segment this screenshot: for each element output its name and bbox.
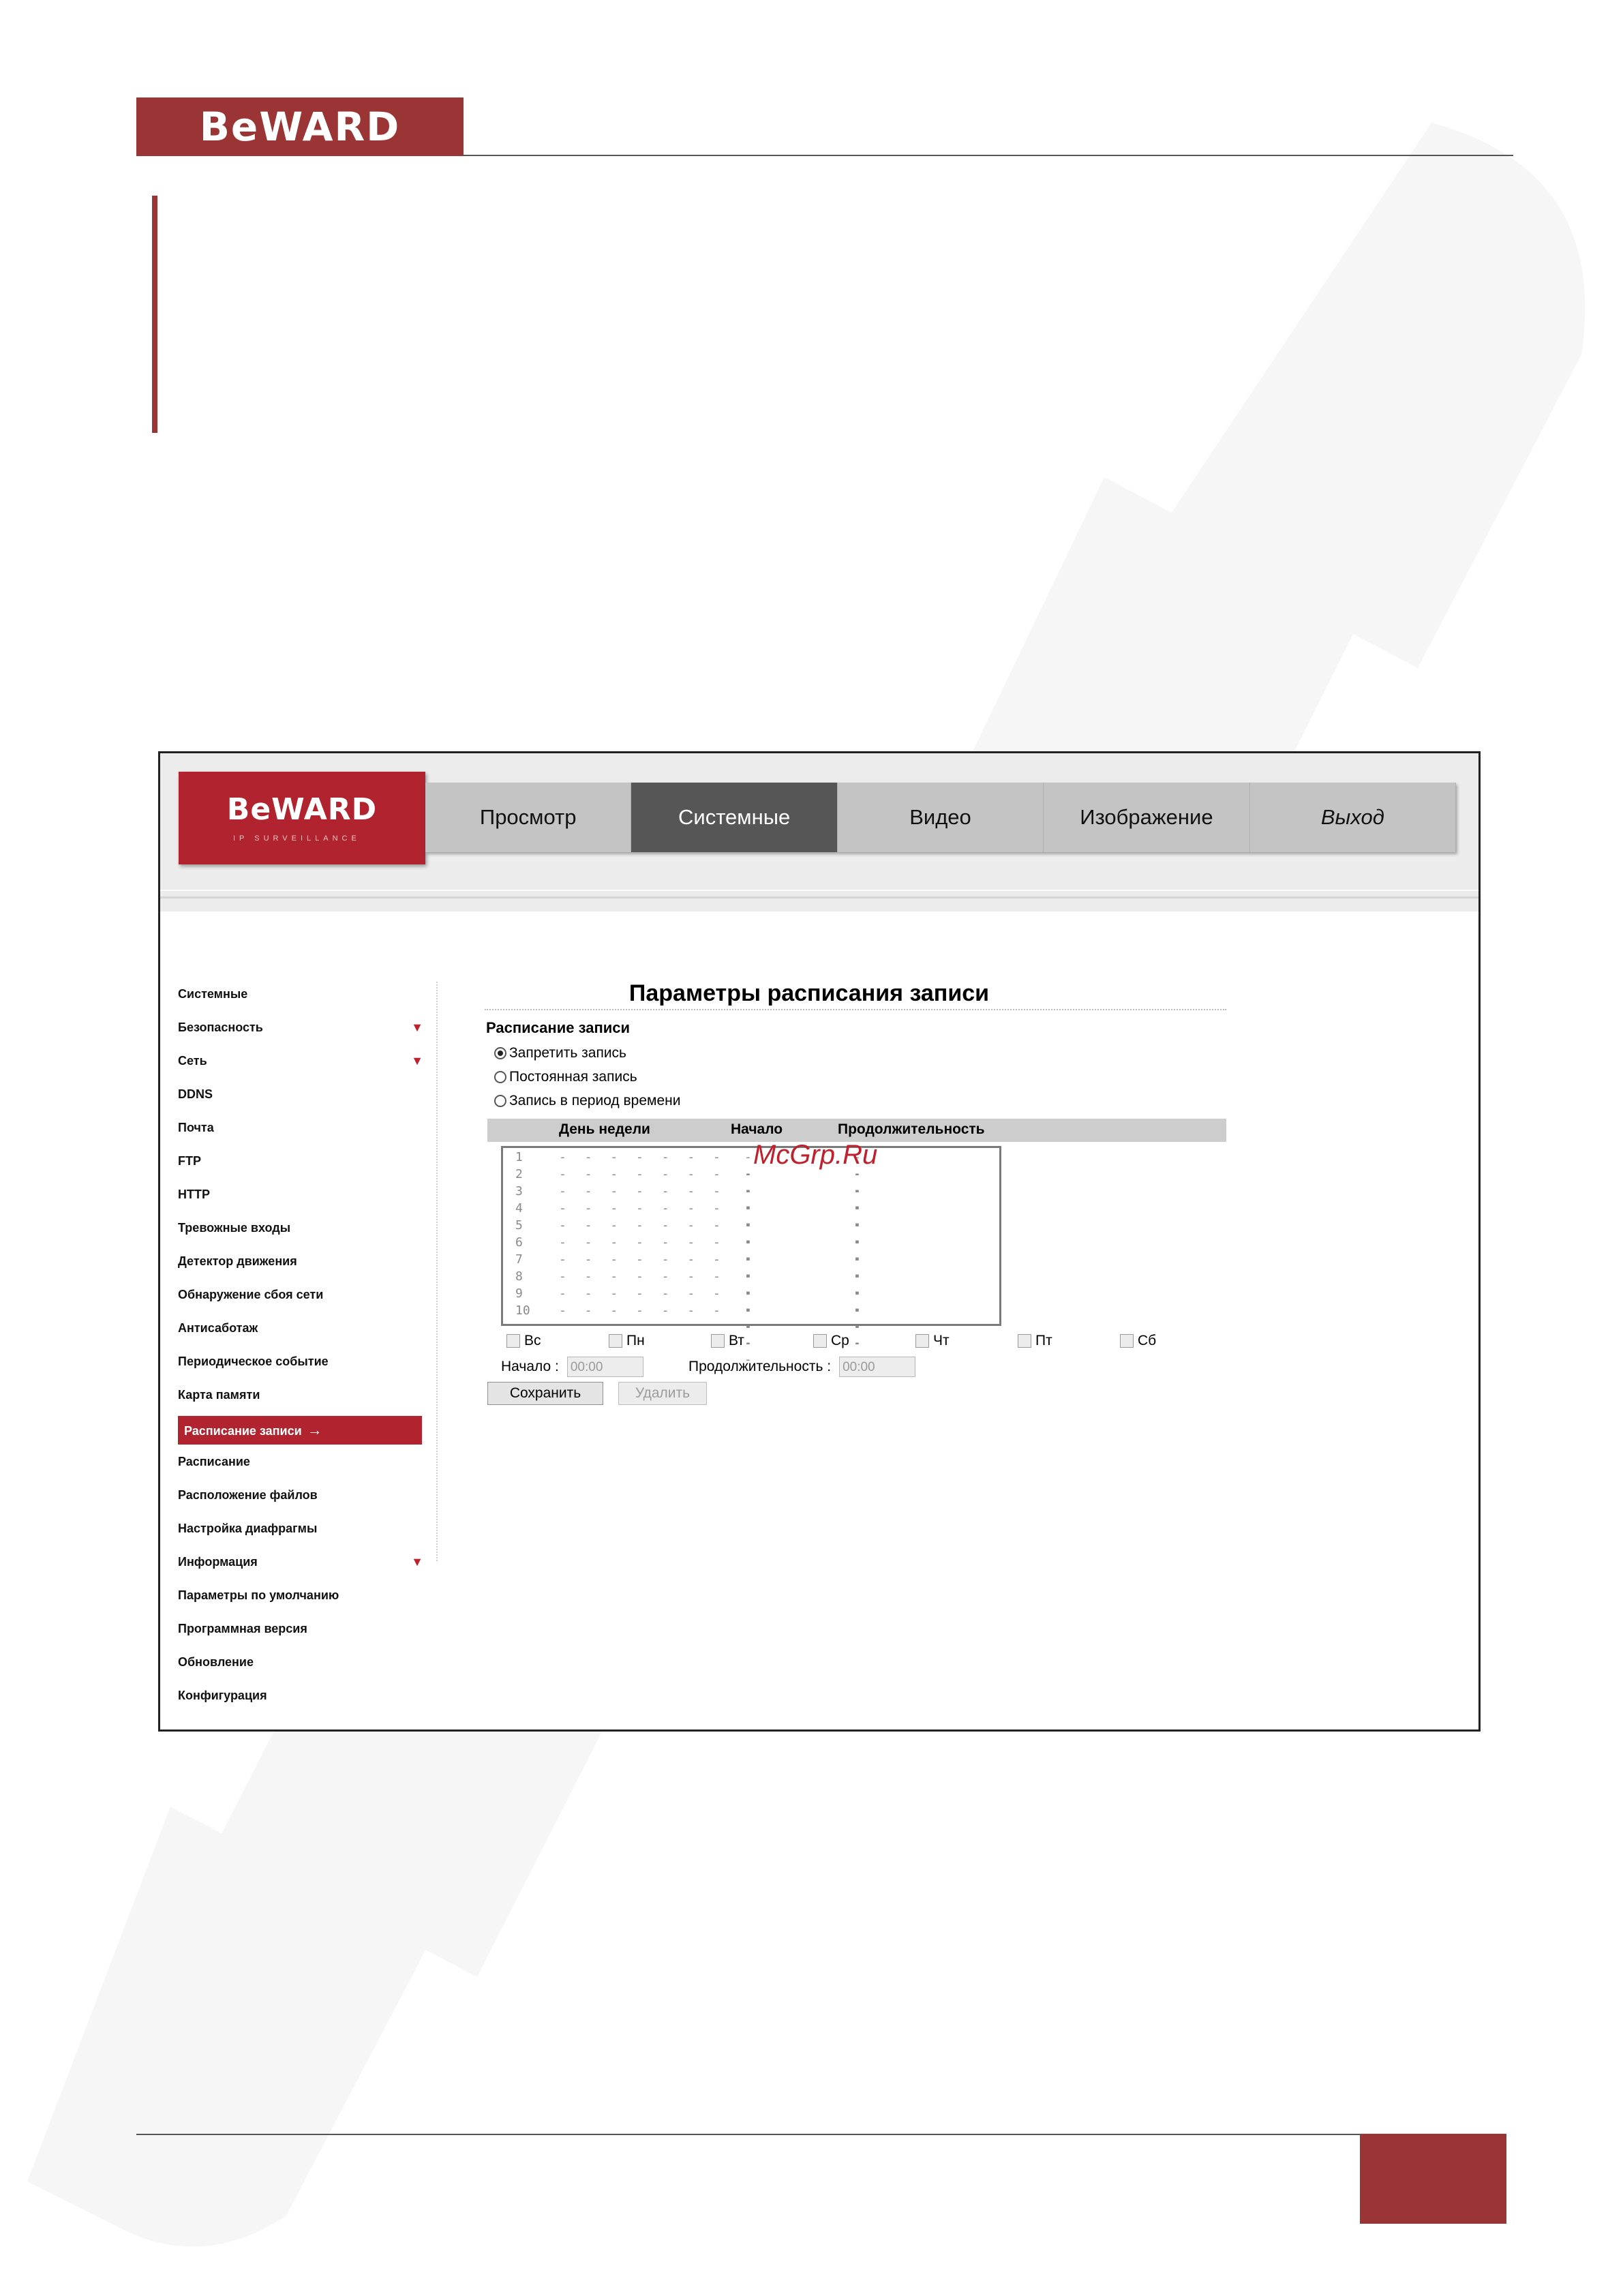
sidebar-item-record-schedule[interactable]: Расписание записи → (178, 1416, 422, 1445)
sidebar-item-file-location[interactable]: Расположение файлов (178, 1483, 423, 1507)
arrow-right-icon: → (307, 1421, 322, 1438)
start-label: Начало : (501, 1359, 559, 1374)
tab-view[interactable]: Просмотр (425, 783, 632, 852)
sidebar-item-network-failure[interactable]: Обнаружение сбоя сети (178, 1282, 423, 1307)
sidebar-divider (436, 982, 438, 1561)
checkbox[interactable] (711, 1334, 725, 1348)
checkbox[interactable] (915, 1334, 929, 1348)
app-logo: BeWARD IP SURVEILLANCE (179, 772, 425, 864)
expand-arrow-icon: ▼ (411, 1555, 423, 1569)
radio-disable-recording[interactable]: Запретить запись (494, 1045, 626, 1061)
sidebar-item-schedule[interactable]: Расписание (178, 1449, 423, 1474)
checkbox-sunday[interactable]: Вс (506, 1333, 541, 1349)
top-nav: Просмотр Системные Видео Изображение Вых… (425, 783, 1457, 852)
tab-image[interactable]: Изображение (1044, 783, 1250, 852)
sidebar-item-memory-card[interactable]: Карта памяти (178, 1383, 423, 1407)
sidebar-item-configuration[interactable]: Конфигурация (178, 1683, 423, 1708)
checkbox[interactable] (506, 1334, 520, 1348)
sidebar-item-network[interactable]: Сеть ▼ (178, 1048, 423, 1073)
col-duration: Продолжительность (838, 1121, 985, 1137)
sidebar-item-ddns[interactable]: DDNS (178, 1082, 423, 1106)
start-time-input[interactable]: 00:00 (566, 1357, 643, 1377)
weekday-checkboxes: Вс Пн Вт Ср Чт Пт Сб (506, 1333, 1161, 1353)
page-logo-text: BeWARD (199, 104, 401, 150)
expand-arrow-icon: ▼ (411, 1054, 423, 1068)
sidebar-item-security[interactable]: Безопасность ▼ (178, 1015, 423, 1040)
screenshot-frame: BeWARD IP SURVEILLANCE Просмотр Системны… (158, 751, 1481, 1732)
footer-rule (136, 2134, 1360, 2135)
checkbox-wednesday[interactable]: Ср (813, 1333, 849, 1349)
schedule-table-header: День недели Начало Продолжительность (487, 1119, 1226, 1142)
radio-continuous-recording[interactable]: Постоянная запись (494, 1069, 637, 1085)
radio-button[interactable] (494, 1071, 506, 1083)
col-start: Начало (731, 1121, 783, 1137)
page-title: Параметры расписания записи (628, 980, 990, 1006)
tab-logout[interactable]: Выход (1250, 783, 1457, 852)
app-logo-tagline: IP SURVEILLANCE (233, 834, 361, 843)
title-divider (485, 1009, 1226, 1010)
sidebar-item-info[interactable]: Информация ▼ (178, 1550, 423, 1574)
sidebar-item-system[interactable]: Системные (178, 982, 423, 1006)
checkbox-thursday[interactable]: Чт (915, 1333, 950, 1349)
checkbox[interactable] (609, 1334, 622, 1348)
checkbox[interactable] (1018, 1334, 1031, 1348)
sidebar-item-ftp[interactable]: FTP (178, 1149, 423, 1173)
duration-label: Продолжительность : (688, 1359, 832, 1374)
sidebar-item-update[interactable]: Обновление (178, 1650, 423, 1674)
page-logo: BeWARD (136, 97, 464, 156)
sidebar-item-http[interactable]: HTTP (178, 1182, 423, 1207)
section-title: Расписание записи (486, 1019, 631, 1036)
sidebar-item-motion-detector[interactable]: Детектор движения (178, 1249, 423, 1273)
checkbox[interactable] (1120, 1334, 1134, 1348)
start-field-group: Начало : 00:00 (501, 1357, 643, 1377)
sidebar-item-defaults[interactable]: Параметры по умолчанию (178, 1583, 423, 1607)
footer-page-box (1360, 2134, 1506, 2224)
schedule-list[interactable]: 1- - - - - - - ---- ---- 2- - - - - - - ---… (501, 1146, 1001, 1367)
tab-system[interactable]: Системные (631, 783, 838, 852)
radio-button[interactable] (494, 1047, 506, 1059)
checkbox-friday[interactable]: Пт (1018, 1333, 1052, 1349)
sidebar-item-tamper[interactable]: Антисаботаж (178, 1316, 423, 1340)
tab-video[interactable]: Видео (838, 783, 1044, 852)
radio-period-recording[interactable]: Запись в период времени (494, 1093, 680, 1109)
col-day: День недели (559, 1121, 650, 1137)
checkbox-monday[interactable]: Пн (609, 1333, 645, 1349)
sidebar-item-alarm-inputs[interactable]: Тревожные входы (178, 1215, 423, 1240)
app-logo-text: BeWARD (226, 792, 378, 827)
radio-button[interactable] (494, 1095, 506, 1107)
sidebar-item-periodic-event[interactable]: Периодическое событие (178, 1349, 423, 1374)
expand-arrow-icon: ▼ (411, 1021, 423, 1034)
save-button[interactable]: Сохранить (487, 1382, 603, 1405)
checkbox-saturday[interactable]: Сб (1120, 1333, 1156, 1349)
duration-field-group: Продолжительность : 00:00 (688, 1357, 916, 1377)
header-rule (464, 155, 1513, 156)
checkbox[interactable] (813, 1334, 827, 1348)
duration-time-input[interactable]: 00:00 (839, 1357, 916, 1377)
sidebar-item-iris[interactable]: Настройка диафрагмы (178, 1516, 423, 1541)
checkbox-tuesday[interactable]: Вт (711, 1333, 744, 1349)
delete-button[interactable]: Удалить (618, 1382, 707, 1405)
side-accent-bar (152, 196, 157, 433)
sidebar-item-mail[interactable]: Почта (178, 1115, 423, 1140)
sidebar-item-firmware-version[interactable]: Программная версия (178, 1616, 423, 1641)
watermark-text: McGrp.Ru (753, 1140, 878, 1170)
